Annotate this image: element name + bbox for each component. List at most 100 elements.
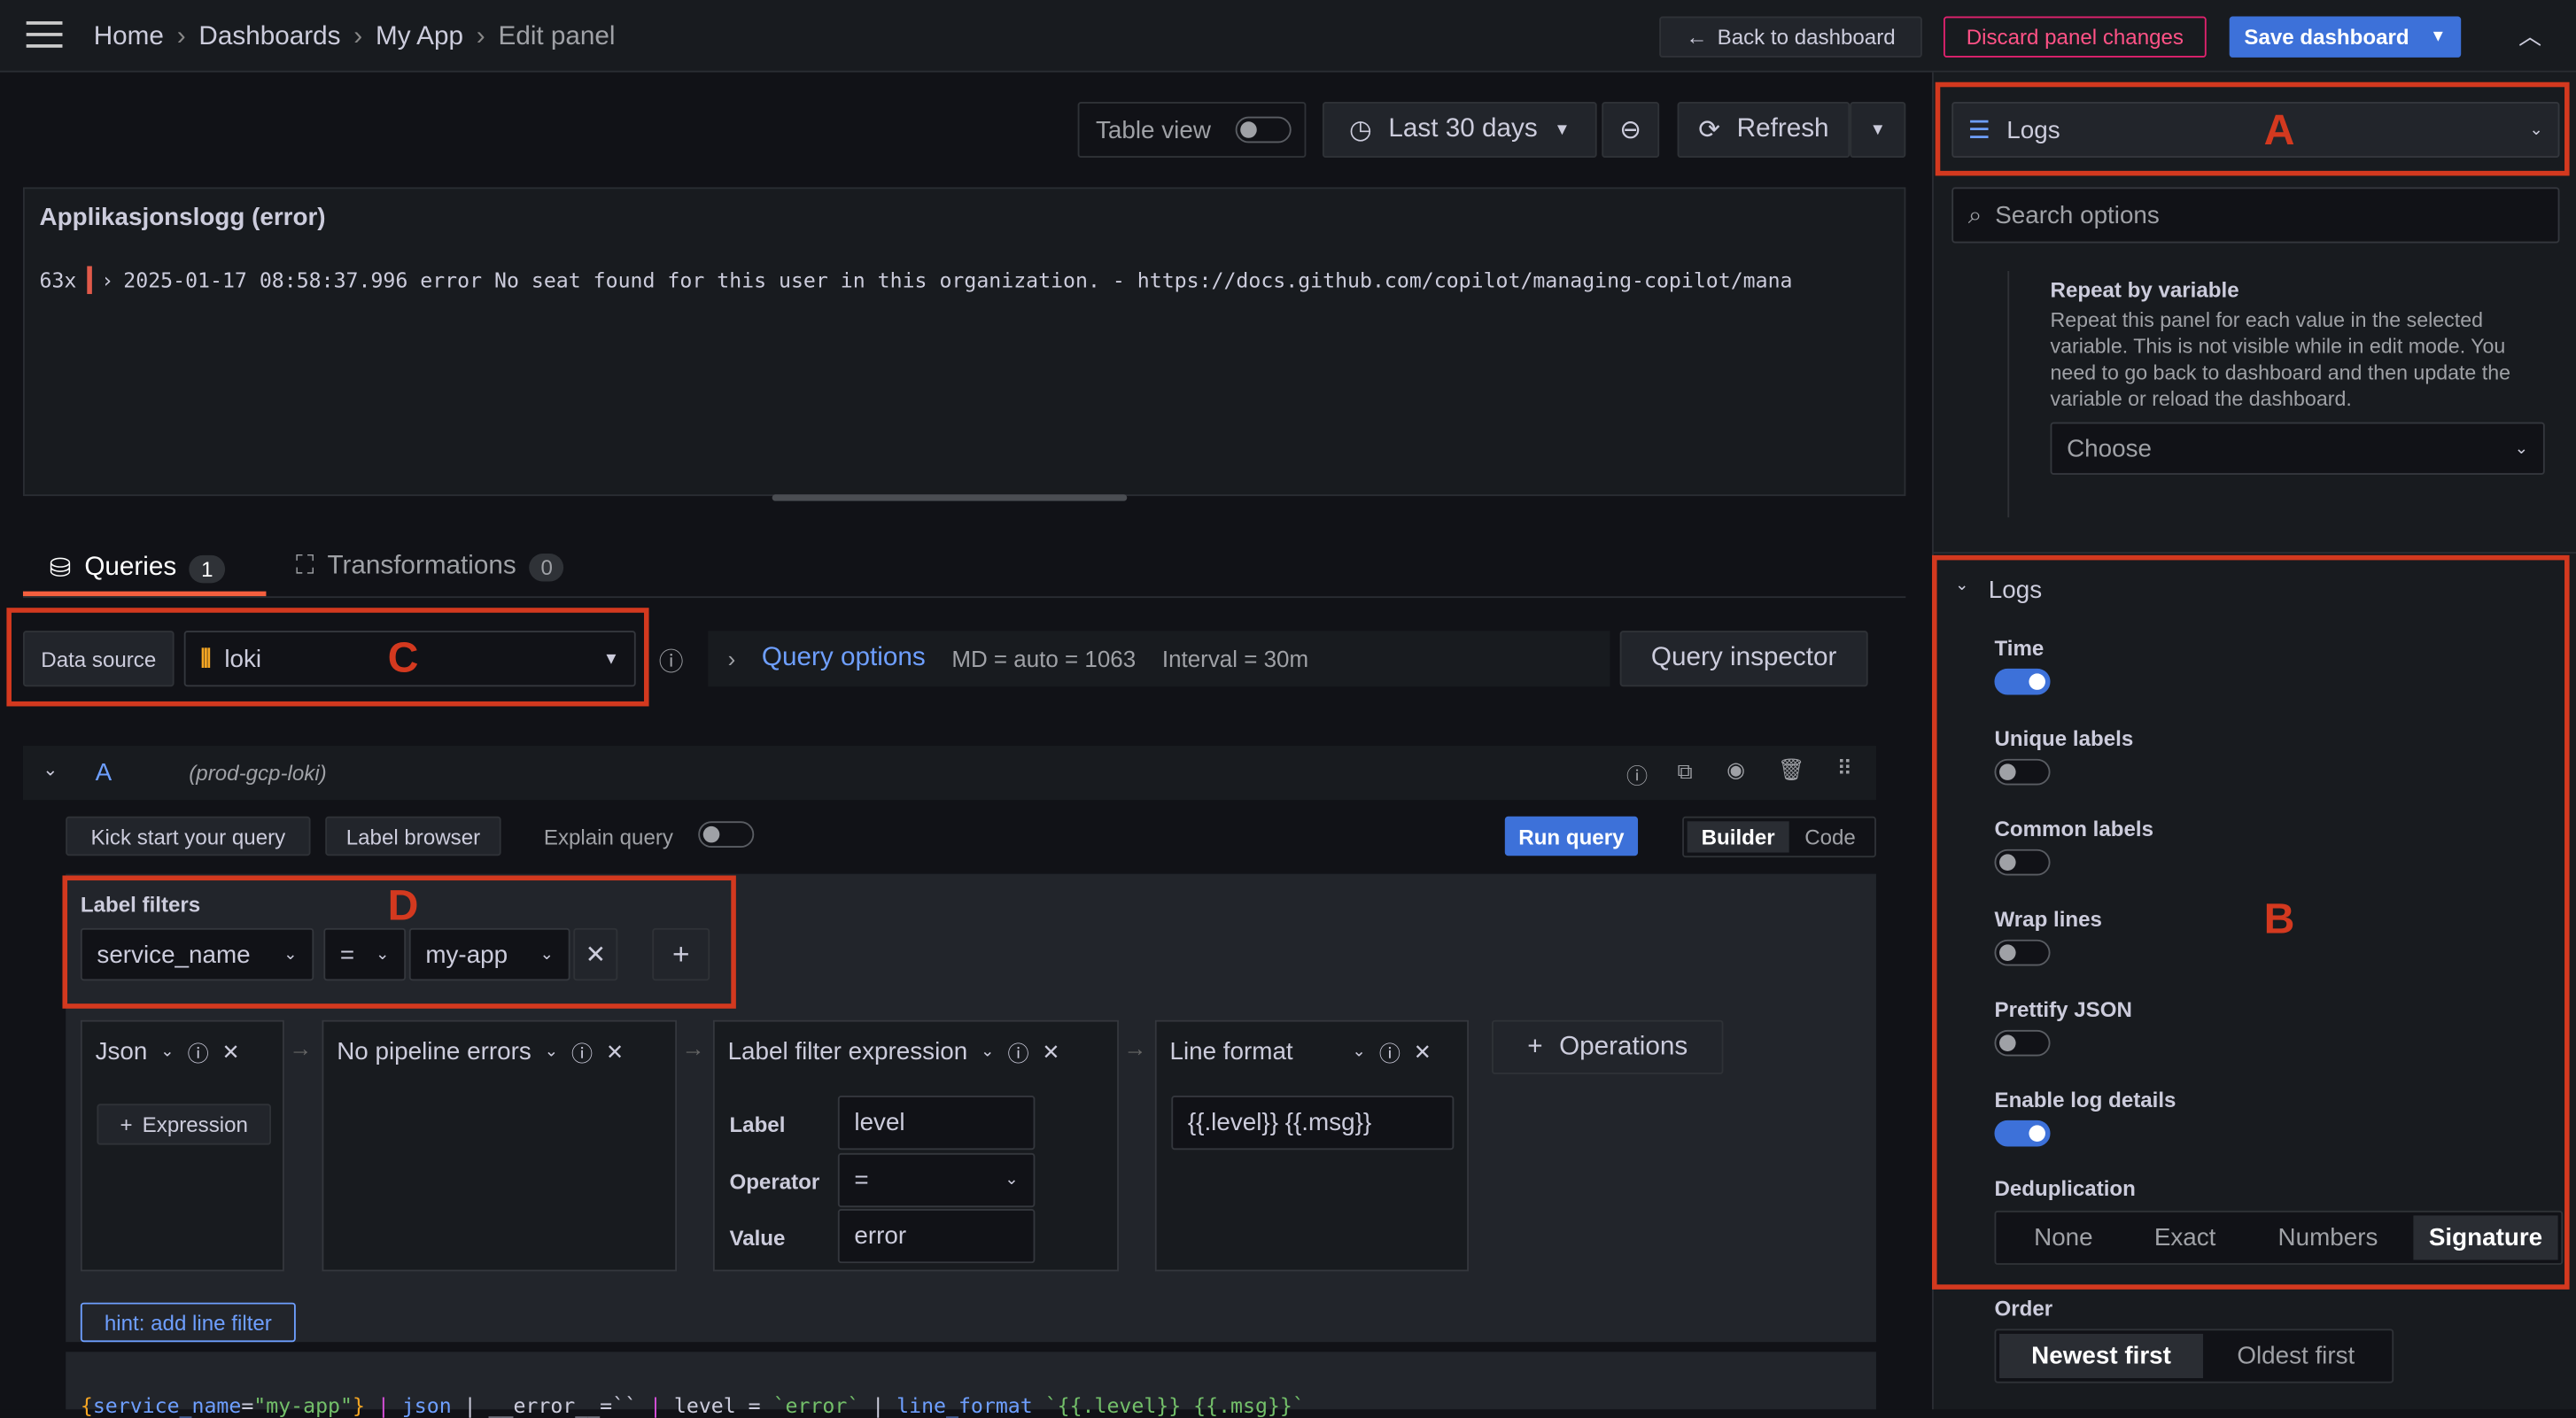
back-to-dashboard-button[interactable]: ← Back to dashboard — [1659, 16, 1922, 58]
option-label: Common labels — [1994, 816, 2154, 841]
chevron-down-icon[interactable]: ⌄ — [981, 1043, 995, 1061]
query-ref[interactable]: A — [96, 759, 113, 787]
editor-mode-toggle[interactable]: Builder Code — [1682, 816, 1876, 858]
label-value-select[interactable]: my-app ⌄ — [408, 927, 570, 981]
add-filter-button[interactable]: + — [652, 927, 710, 981]
info-icon[interactable]: ⓘ — [188, 1036, 209, 1067]
operation-label-filter-expression: Label filter expression ⌄ ⓘ ✕ Label level O… — [712, 1019, 1119, 1272]
option-switch[interactable] — [1994, 939, 2051, 966]
chevron-right-icon: › — [176, 22, 186, 51]
option-label: Unique labels — [1994, 725, 2134, 751]
run-query-button[interactable]: Run query — [1504, 816, 1639, 856]
log-message: 2025-01-17 08:58:37.996 error No seat fo… — [123, 267, 1793, 293]
option-switch[interactable] — [1994, 1029, 2051, 1057]
search-placeholder: Search options — [1995, 201, 2160, 229]
dedup-none[interactable]: None — [1999, 1215, 2128, 1259]
chevron-down-icon[interactable]: ⌄ — [545, 1043, 559, 1061]
drag-handle-icon[interactable]: ⠿ — [1836, 755, 1852, 782]
info-icon[interactable]: ⓘ — [1007, 1036, 1028, 1067]
mode-code[interactable]: Code — [1789, 821, 1872, 852]
option-switch[interactable] — [1994, 668, 2051, 695]
explain-query-switch[interactable] — [698, 821, 755, 848]
eye-icon[interactable]: ◉ — [1726, 757, 1745, 784]
order-newest-first[interactable]: Newest first — [1999, 1333, 2204, 1379]
section-divider — [1932, 552, 2576, 554]
plus-icon: + — [120, 1112, 133, 1137]
data-source-value: loki — [224, 644, 262, 673]
breadcrumb-home[interactable]: Home — [94, 23, 164, 52]
annotation-label-d: D — [387, 880, 419, 930]
dedup-numbers[interactable]: Numbers — [2243, 1215, 2414, 1259]
tab-transformations[interactable]: ⛶ Transformations 0 — [296, 552, 564, 581]
duplicate-icon[interactable]: ⧉ — [1678, 759, 1693, 786]
annotation-label-c: C — [387, 632, 419, 682]
dedup-signature[interactable]: Signature — [2413, 1215, 2558, 1260]
mode-builder[interactable]: Builder — [1687, 821, 1789, 853]
panel — [22, 187, 1906, 497]
chevron-down-icon[interactable]: ⌄ — [160, 1043, 175, 1061]
order-radio[interactable]: Newest first Oldest first — [1994, 1329, 2394, 1383]
option-switch[interactable] — [1994, 1120, 2051, 1147]
breadcrumb-dashboards[interactable]: Dashboards — [198, 23, 340, 52]
tab-queries[interactable]: ⛁ Queries 1 — [50, 552, 225, 585]
option-switch[interactable] — [1994, 848, 2051, 876]
add-expression-button[interactable]: + Expression — [97, 1104, 272, 1145]
kick-start-button[interactable]: Kick start your query — [66, 816, 311, 856]
order-oldest-first[interactable]: Oldest first — [2203, 1334, 2389, 1378]
close-icon[interactable]: ✕ — [222, 1039, 240, 1065]
breadcrumb-my-app[interactable]: My App — [376, 23, 463, 52]
zoom-out-button[interactable]: ⊖ — [1602, 101, 1660, 159]
table-view-switch[interactable] — [1235, 116, 1292, 143]
help-icon[interactable]: ⓘ — [659, 644, 684, 678]
chevron-down-icon[interactable]: ▼ — [2430, 28, 2446, 46]
dedup-exact[interactable]: Exact — [2128, 1215, 2243, 1259]
lfe-operator-select[interactable]: = ⌄ — [837, 1152, 1036, 1208]
repeat-variable-select[interactable]: Choose ⌄ — [2050, 422, 2545, 475]
collapse-chevron-icon[interactable]: ⌄ — [43, 759, 58, 780]
section-title: Logs — [1988, 576, 2043, 605]
chevron-down-icon[interactable]: ⌄ — [1352, 1043, 1366, 1061]
label-browser-button[interactable]: Label browser — [325, 816, 501, 856]
option-label: Prettify JSON — [1994, 996, 2132, 1022]
query-inspector-button[interactable]: Query inspector — [1619, 631, 1868, 687]
log-row[interactable]: 63x › 2025-01-17 08:58:37.996 error No s… — [40, 266, 1793, 294]
trash-icon[interactable]: 🗑 — [1778, 757, 1805, 784]
code-token: json — [401, 1392, 452, 1418]
refresh-button[interactable]: ⟳ Refresh — [1677, 101, 1851, 159]
refresh-interval-button[interactable]: ▼ — [1850, 101, 1906, 159]
deduplication-radio[interactable]: None Exact Numbers Signature — [1994, 1210, 2564, 1266]
chevron-down-icon: ⌄ — [2529, 120, 2543, 139]
operations-label: Operations — [1559, 1032, 1688, 1061]
close-icon[interactable]: ✕ — [606, 1039, 624, 1065]
option-label: Enable log details — [1994, 1087, 2176, 1112]
chevron-up-icon[interactable]: ︿ — [2518, 19, 2541, 52]
code-token: line_format — [896, 1392, 1033, 1418]
label-operator-select[interactable]: = ⌄ — [323, 927, 407, 981]
info-icon[interactable]: ⓘ — [1379, 1036, 1401, 1067]
visualization-picker[interactable]: ☰ Logs ⌄ — [1951, 101, 2560, 159]
discard-panel-changes-button[interactable]: Discard panel changes — [1943, 16, 2207, 58]
hint-add-line-filter-button[interactable]: hint: add line filter — [80, 1302, 296, 1343]
query-options-link[interactable]: Query options — [762, 644, 926, 673]
save-dashboard-button[interactable]: Save dashboard ▼ — [2229, 16, 2462, 58]
close-icon[interactable]: ✕ — [1414, 1039, 1432, 1065]
option-switch[interactable] — [1994, 758, 2051, 786]
menu-icon[interactable] — [26, 21, 63, 48]
chevron-down-icon: ▼ — [1869, 120, 1886, 139]
help-icon[interactable]: ⓘ — [1626, 759, 1648, 790]
lfe-label-input[interactable]: level — [837, 1096, 1036, 1151]
close-icon[interactable]: ✕ — [1042, 1039, 1059, 1065]
query-options-bar[interactable]: › Query options MD = auto = 1063 Interval … — [708, 631, 1610, 687]
logs-section-header[interactable]: ⌄ Logs — [1955, 577, 2042, 605]
search-options-input[interactable]: ⌕ Search options — [1951, 187, 2560, 244]
time-range-picker[interactable]: ◷ Last 30 days ▼ — [1322, 101, 1597, 159]
add-operation-button[interactable]: + Operations — [1491, 1019, 1724, 1074]
info-icon[interactable]: ⓘ — [571, 1036, 593, 1067]
expand-icon[interactable]: › — [101, 267, 113, 292]
remove-filter-button[interactable]: ✕ — [573, 927, 618, 981]
horizontal-scrollbar[interactable] — [772, 494, 1128, 501]
line-format-input[interactable]: {{.level}} {{.msg}} — [1171, 1096, 1455, 1151]
label-key-select[interactable]: service_name ⌄ — [80, 927, 314, 981]
count-badge: 1 — [190, 554, 225, 583]
lfe-value-input[interactable]: error — [837, 1208, 1036, 1264]
